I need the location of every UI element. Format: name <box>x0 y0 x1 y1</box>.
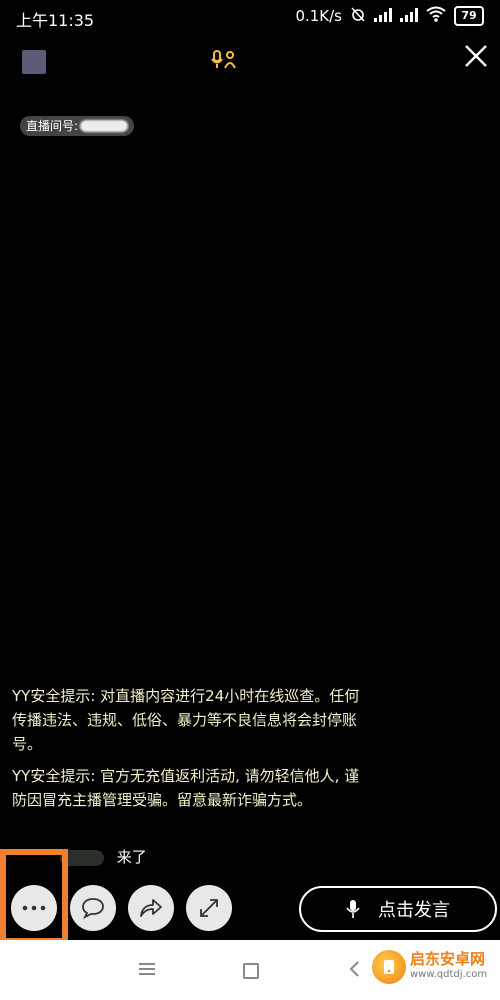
room-id-redacted <box>80 120 129 132</box>
speak-label: 点击发言 <box>378 900 450 921</box>
signal-icon <box>374 7 392 26</box>
watermark-title: 启东安卓网 <box>410 950 486 968</box>
network-speed: 0.1K/s <box>295 7 342 25</box>
user-joined-message: 来了 <box>60 846 220 870</box>
safety-notice-2: YY安全提示: 官方无充值返利活动, 请勿轻信他人, 谨防因冒充主播管理受骗。留… <box>12 767 360 809</box>
microphone-icon <box>346 900 360 918</box>
anchor-avatar[interactable] <box>22 50 46 74</box>
joined-text: 来了 <box>116 848 147 866</box>
highlight-box <box>0 849 68 944</box>
mic-user-icon[interactable] <box>210 49 238 75</box>
wifi-icon <box>426 6 446 26</box>
speak-button[interactable]: 点击发言 <box>299 886 497 932</box>
watermark-url: www.qdtdj.com <box>410 969 488 980</box>
battery-icon: 79 <box>454 6 484 26</box>
status-bar: 上午11:35 0.1K/s 79 <box>0 0 500 34</box>
chat-bubble-icon <box>82 898 104 920</box>
alarm-off-icon <box>350 6 366 26</box>
signal-icon-2 <box>400 7 418 26</box>
menu-icon[interactable] <box>139 961 155 980</box>
watermark: 启东安卓网 www.qdtdj.com <box>372 950 487 984</box>
status-icons: 0.1K/s 79 <box>295 6 484 26</box>
chat-button[interactable] <box>70 885 116 931</box>
chat-notices: YY安全提示: 对直播内容进行24小时在线巡查。任何传播违法、违规、低俗、暴力等… <box>12 684 372 820</box>
share-button[interactable] <box>128 885 174 931</box>
status-time: 上午11:35 <box>16 11 95 30</box>
watermark-logo <box>372 950 406 984</box>
safety-notice-1: YY安全提示: 对直播内容进行24小时在线巡查。任何传播违法、违规、低俗、暴力等… <box>12 687 360 753</box>
home-icon[interactable] <box>243 963 259 979</box>
close-button[interactable] <box>458 38 494 74</box>
expand-icon <box>200 899 218 917</box>
fullscreen-button[interactable] <box>186 885 232 931</box>
share-arrow-icon <box>140 899 162 917</box>
room-id-label: 直播间号: <box>26 119 79 133</box>
system-nav-bar: 启东安卓网 www.qdtdj.com <box>0 940 500 1000</box>
close-icon <box>465 45 487 67</box>
room-id-badge: 直播间号: <box>20 116 135 136</box>
back-icon[interactable] <box>348 960 360 982</box>
